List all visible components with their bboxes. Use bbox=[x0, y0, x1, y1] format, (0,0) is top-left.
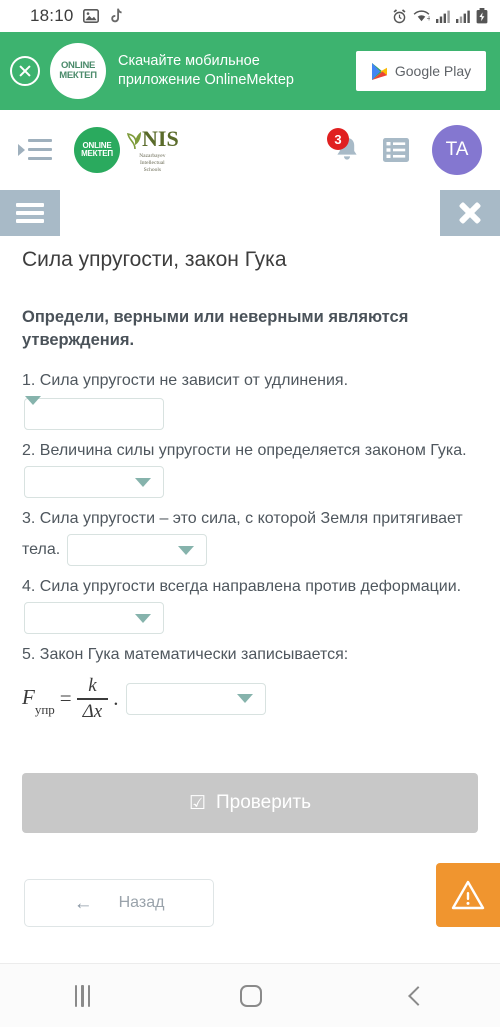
notifications-button[interactable]: 3 bbox=[327, 128, 364, 167]
android-status-bar: 18:10 + bbox=[0, 0, 500, 32]
formula-trailing-punctuation: . bbox=[113, 686, 119, 711]
site-header: ONLINE МЕКТЕП NIS Nazarbayev Intellectua… bbox=[0, 110, 500, 190]
formula-subscript: упр bbox=[34, 701, 55, 717]
status-bar-left: 18:10 bbox=[30, 6, 122, 26]
hamburger-icon bbox=[16, 203, 44, 223]
lesson-content: Сила упругости, закон Гука Определи, вер… bbox=[0, 248, 500, 721]
questions-list: 1. Сила упругости не зависит от удлинени… bbox=[22, 366, 478, 721]
brand-circle-line2: МЕКТЕП bbox=[81, 149, 113, 158]
back-button[interactable]: ← Назад bbox=[24, 879, 214, 928]
chevron-down-icon bbox=[135, 613, 151, 623]
answer-dropdown-2[interactable] bbox=[24, 466, 164, 498]
formula-fraction: k Δx bbox=[76, 675, 109, 722]
formula-denominator: Δx bbox=[82, 700, 103, 722]
home-icon[interactable] bbox=[239, 984, 262, 1007]
question-item: 1. Сила упругости не зависит от удлинени… bbox=[22, 366, 478, 430]
checkbox-icon: ☑ bbox=[188, 792, 206, 814]
banner-text: Скачайте мобильное приложение OnlineMekt… bbox=[116, 52, 346, 90]
close-icon bbox=[458, 201, 482, 225]
back-icon[interactable] bbox=[408, 985, 429, 1006]
question-number: 4. bbox=[22, 578, 36, 595]
nis-leaf-icon bbox=[127, 132, 141, 150]
page-title: Сила упругости, закон Гука bbox=[22, 248, 287, 271]
check-button-label: Проверить bbox=[216, 792, 312, 814]
task-prompt: Определи, верными или неверными являются… bbox=[22, 308, 409, 349]
question-number: 1. bbox=[22, 372, 36, 389]
formula-variable-letter: F bbox=[22, 684, 35, 709]
signal-bars-icon bbox=[436, 10, 450, 23]
status-bar-clock: 18:10 bbox=[30, 6, 74, 25]
svg-text:+: + bbox=[426, 15, 430, 23]
notification-badge: 3 bbox=[327, 128, 349, 150]
chevron-down-icon bbox=[135, 477, 151, 487]
answer-dropdown-5[interactable] bbox=[126, 682, 267, 715]
android-nav-bar bbox=[0, 963, 500, 1027]
question-text: Величина силы упругости не определяется … bbox=[39, 442, 467, 459]
bottom-action-row: ← Назад bbox=[0, 863, 500, 928]
formula-numerator: k bbox=[88, 675, 97, 696]
nis-logo-mark: NIS bbox=[126, 126, 179, 152]
lesson-toolbar bbox=[0, 190, 500, 236]
answer-dropdown-1[interactable] bbox=[24, 396, 164, 430]
google-play-label: Google Play bbox=[394, 63, 472, 79]
nis-subtitle: Nazarbayev Intellectual Schools bbox=[139, 153, 165, 174]
question-text: Сила упругости не зависит от удлинения. bbox=[39, 372, 349, 389]
question-item: 4. Сила упругости всегда направлена прот… bbox=[22, 572, 478, 634]
back-button-label: Назад bbox=[118, 894, 165, 912]
formula-variable: Fупр bbox=[22, 684, 55, 717]
banner-logo: ONLINE МЕКТЕП bbox=[50, 43, 106, 99]
chevron-down-icon bbox=[237, 694, 254, 704]
question-text: Закон Гука математически записывается: bbox=[39, 646, 349, 663]
banner-text-line2: приложение OnlineMektep bbox=[118, 72, 294, 88]
formula-fraction-bar bbox=[76, 697, 109, 700]
nis-subtitle-line2: Intellectual bbox=[139, 160, 165, 166]
user-avatar[interactable]: TA bbox=[432, 125, 482, 175]
banner-text-line1: Скачайте мобильное bbox=[118, 53, 260, 69]
app-download-banner: ONLINE МЕКТЕП Скачайте мобильное приложе… bbox=[0, 32, 500, 110]
nis-subtitle-line1: Nazarbayev bbox=[139, 153, 166, 159]
onlinemektep-logo[interactable]: ONLINE МЕКТЕП bbox=[74, 127, 120, 173]
wifi-icon: + bbox=[413, 10, 430, 23]
tiktok-icon bbox=[110, 8, 122, 23]
answer-dropdown-4[interactable] bbox=[24, 602, 164, 634]
question-number: 5. bbox=[22, 646, 36, 663]
battery-charging-icon bbox=[476, 8, 488, 24]
status-bar-right: + bbox=[392, 8, 488, 24]
lesson-menu-button[interactable] bbox=[0, 190, 60, 236]
report-problem-button[interactable] bbox=[436, 863, 500, 928]
chevron-down-icon bbox=[25, 396, 41, 422]
app-root: 18:10 + bbox=[0, 0, 500, 1027]
question-number: 2. bbox=[22, 442, 36, 459]
arrow-left-icon: ← bbox=[73, 892, 93, 914]
answer-dropdown-3[interactable] bbox=[66, 534, 207, 566]
lesson-close-button[interactable] bbox=[440, 190, 500, 236]
image-icon bbox=[82, 9, 99, 23]
banner-logo-line2: МЕКТЕП bbox=[59, 70, 97, 81]
question-item: 2. Величина силы упругости не определяет… bbox=[22, 436, 478, 498]
hooke-law-formula-row: Fупр = k Δx . bbox=[22, 676, 478, 721]
question-number: 3. bbox=[22, 510, 36, 527]
hooke-law-formula: Fупр = k Δx . bbox=[22, 676, 118, 721]
google-play-icon bbox=[371, 62, 387, 80]
recent-apps-icon[interactable] bbox=[74, 984, 91, 1007]
nis-logo: NIS Nazarbayev Intellectual Schools bbox=[126, 126, 179, 174]
nis-title: NIS bbox=[142, 126, 179, 151]
google-play-button[interactable]: Google Play bbox=[356, 51, 486, 91]
indent-menu-icon[interactable] bbox=[18, 137, 52, 163]
question-item: 3. Сила упругости – это сила, с которой … bbox=[22, 504, 478, 566]
nis-subtitle-line3: Schools bbox=[143, 167, 162, 173]
signal-bars-2-icon bbox=[456, 10, 470, 23]
alarm-icon bbox=[393, 8, 406, 23]
banner-close-icon[interactable] bbox=[10, 56, 40, 86]
question-item-5: 5. Закон Гука математически записывается… bbox=[22, 640, 478, 670]
chevron-down-icon bbox=[177, 545, 194, 555]
list-icon[interactable] bbox=[382, 136, 410, 164]
question-text: Сила упругости всегда направлена против … bbox=[39, 578, 462, 595]
check-button[interactable]: ☑ Проверить bbox=[22, 773, 478, 834]
warning-triangle-icon bbox=[451, 881, 485, 910]
formula-equals: = bbox=[59, 686, 72, 711]
